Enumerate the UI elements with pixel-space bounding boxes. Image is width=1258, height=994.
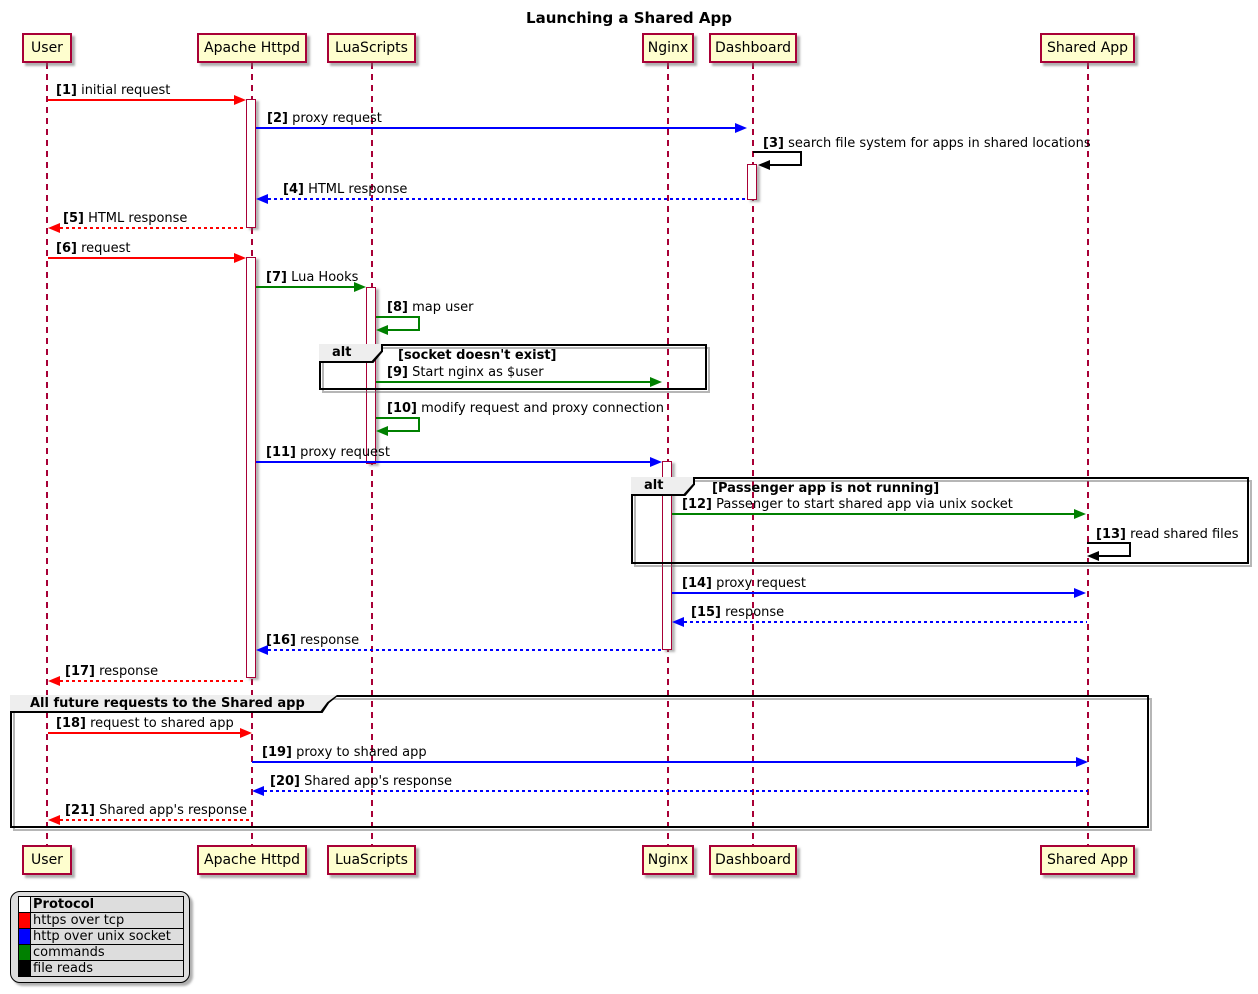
legend-row: https over tcp (19, 913, 184, 929)
arrow-line (256, 286, 354, 288)
alt-label: alt (319, 344, 381, 361)
arrowhead (1076, 757, 1088, 767)
legend-label: http over unix socket (31, 929, 184, 945)
alt-label: alt (631, 477, 693, 494)
arrowhead (1087, 551, 1099, 561)
arrow-line (672, 513, 1074, 515)
arrowhead (48, 815, 60, 825)
participant-nginx-top: Nginx (642, 33, 694, 63)
arrowhead (256, 194, 268, 204)
self-arrow-bottom (770, 164, 802, 166)
activation-apache-2 (246, 257, 256, 678)
arrow-line (684, 621, 1087, 623)
participant-shared-app-top: Shared App (1040, 33, 1135, 63)
arrowhead (48, 676, 60, 686)
self-arrow-bottom (388, 430, 420, 432)
legend: Protocol https over tcp http over unix s… (10, 891, 190, 983)
arrow-line (60, 680, 246, 682)
legend-header-row: Protocol (19, 897, 184, 913)
participant-nginx-bottom: Nginx (642, 845, 694, 875)
arrowhead (650, 377, 662, 387)
participant-dashboard-bottom: Dashboard (709, 845, 797, 875)
legend-row: commands (19, 945, 184, 961)
self-arrow-side (418, 316, 420, 330)
self-arrow-bottom (388, 329, 420, 331)
self-arrow-side (800, 151, 802, 165)
participant-apache-httpd-top: Apache Httpd (197, 33, 307, 63)
legend-label: commands (31, 945, 184, 961)
participant-user-bottom: User (22, 845, 72, 875)
participant-luascripts-bottom: LuaScripts (327, 845, 416, 875)
arrow-line (376, 381, 650, 383)
arrow-line (48, 99, 234, 101)
arrow-line (60, 819, 252, 821)
arrowhead (256, 645, 268, 655)
sequence-diagram: Launching a Shared App [1] initial reque… (0, 0, 1258, 994)
arrowhead (240, 728, 252, 738)
arrow-line (264, 790, 1088, 792)
arrow-line (48, 257, 234, 259)
arrow-line (252, 761, 1076, 763)
legend-swatch-black (19, 961, 31, 977)
arrow-line (60, 227, 246, 229)
legend-table: Protocol https over tcp http over unix s… (18, 896, 184, 977)
arrowhead (672, 617, 684, 627)
activation-dashboard (747, 164, 757, 200)
arrowhead (376, 325, 388, 335)
self-arrow-top (376, 417, 420, 419)
arrow-line (256, 461, 650, 463)
arrowhead (234, 253, 246, 263)
arrow-line (256, 127, 735, 129)
arrow-line (672, 592, 1074, 594)
arrowhead (48, 223, 60, 233)
arrowhead (735, 123, 747, 133)
diagram-title: Launching a Shared App (0, 9, 1258, 27)
arrowhead (650, 457, 662, 467)
self-arrow-top (753, 151, 802, 153)
arrowhead (354, 282, 366, 292)
legend-label: https over tcp (31, 913, 184, 929)
arrowhead (234, 95, 246, 105)
alt-condition: [socket doesn't exist] (398, 348, 557, 363)
alt-frame-2: alt [Passenger app is not running] (631, 477, 1249, 564)
self-arrow-side (418, 417, 420, 431)
legend-row: http over unix socket (19, 929, 184, 945)
arrowhead (1074, 588, 1086, 598)
self-arrow-bottom (1099, 555, 1131, 557)
self-arrow-top (1087, 542, 1131, 544)
arrow-line (268, 198, 747, 200)
self-arrow-top (376, 316, 420, 318)
arrowhead (252, 786, 264, 796)
self-arrow-side (1129, 542, 1131, 556)
participant-shared-app-bottom: Shared App (1040, 845, 1135, 875)
legend-swatch-red (19, 913, 31, 929)
arrow-line (268, 649, 661, 651)
arrowhead (376, 426, 388, 436)
activation-apache-1 (246, 99, 256, 228)
legend-row: file reads (19, 961, 184, 977)
arrowhead (1074, 509, 1086, 519)
legend-label: file reads (31, 961, 184, 977)
legend-title: Protocol (31, 897, 184, 913)
participant-apache-httpd-bottom: Apache Httpd (197, 845, 307, 875)
legend-swatch-blue (19, 929, 31, 945)
legend-header-swatch (19, 897, 31, 913)
participant-luascripts-top: LuaScripts (327, 33, 416, 63)
arrowhead (758, 160, 770, 170)
participant-user-top: User (22, 33, 72, 63)
arrow-line (48, 732, 240, 734)
group-title: All future requests to the Shared app (10, 695, 337, 711)
participant-dashboard-top: Dashboard (709, 33, 797, 63)
alt-condition: [Passenger app is not running] (712, 481, 939, 496)
legend-swatch-green (19, 945, 31, 961)
